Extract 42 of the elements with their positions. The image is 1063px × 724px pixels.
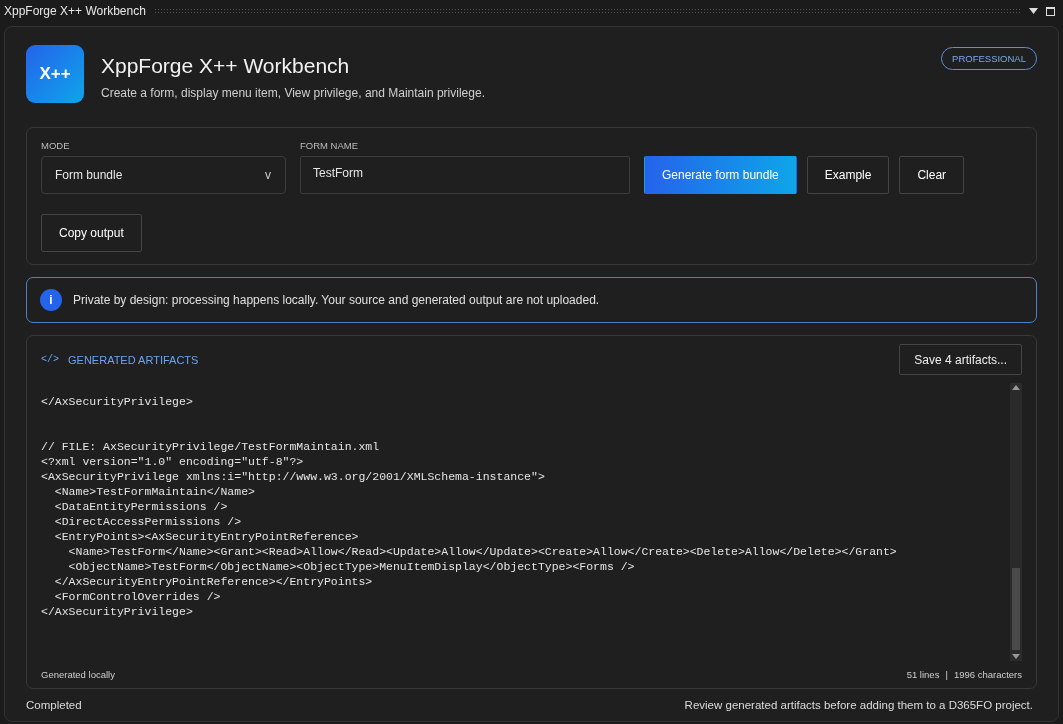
code-line: <Name>TestFormMaintain</Name> (53, 484, 256, 499)
code-icon: </> (41, 354, 59, 365)
code-line: <EntryPoints><AxSecurityEntryPointReference> (53, 529, 360, 544)
action-button[interactable]: Clear (899, 156, 965, 194)
scroll-down-icon[interactable] (1012, 654, 1020, 659)
dropdown-arrow-icon[interactable] (1029, 8, 1038, 14)
mode-select[interactable]: Form bundle v (41, 156, 286, 194)
stat-text: 1996 characters (953, 669, 1022, 680)
generate-button[interactable]: Generate form bundle (644, 156, 797, 194)
app-title: XppForge X++ Workbench (101, 54, 351, 78)
code-line: </AxSecurityPrivilege> (41, 394, 194, 409)
code-line: <FormControlOverrides /> (53, 589, 222, 604)
form-name-field[interactable]: TestForm (300, 156, 630, 194)
code-line: <DirectAccessPermissions /> (53, 514, 243, 529)
code-line: <AxSecurityPrivilege xmlns:i="http://www.w3.org/2001/XMLSchema-instance"> (41, 469, 546, 484)
scroll-thumb[interactable] (1012, 568, 1020, 650)
stat-text: 51 lines (906, 669, 940, 680)
info-icon: i (40, 289, 62, 311)
code-line: </AxSecurityPrivilege> (41, 604, 194, 619)
app-logo: X++ (26, 45, 84, 103)
action-button[interactable]: Example (806, 156, 890, 194)
panel-title: GENERATED ARTIFACTS (68, 353, 199, 366)
scroll-up-icon[interactable] (1012, 385, 1020, 390)
code-line: // FILE: AxSecurityPrivilege/TestFormMaintain.xml (41, 439, 381, 454)
app-subtitle: Create a form, display menu item, View privilege, and Maintain privilege. (101, 86, 486, 100)
code-line: </AxSecurityEntryPointReference></EntryPoints> (53, 574, 374, 589)
save-button[interactable]: Save 4 artifacts... (899, 344, 1022, 375)
window-title: XppForge X++ Workbench (4, 4, 146, 18)
notice-text: Private by design: processing happens locally. Your source and generated output are not uploaded. (73, 293, 600, 307)
stat-text: | (945, 669, 948, 680)
action-button[interactable]: Copy output (41, 214, 142, 252)
code-line: <DataEntityPermissions /> (53, 499, 229, 514)
scrollbar[interactable] (1010, 383, 1022, 661)
status-hint: Review generated artifacts before adding them to a D365FO project. (684, 699, 1033, 711)
field-label: MODE (41, 140, 71, 151)
field-label: FORM NAME (300, 140, 360, 151)
code-line: <?xml version="1.0" encoding="utf-8"?> (41, 454, 305, 469)
status-text: Completed (26, 699, 82, 711)
code-line: <ObjectName>TestForm</ObjectName><ObjectType>MenuItemDisplay</ObjectType><Forms /> (67, 559, 636, 574)
footer-note: Generated locally (41, 669, 115, 680)
code-line: <Name>TestForm</Name><Grant><Read>Allow</Read><Update>Allow</Update><Create>Allow</Create><Delete>Allow</Delete></Grant> (67, 544, 898, 559)
maximize-icon[interactable] (1046, 6, 1055, 16)
